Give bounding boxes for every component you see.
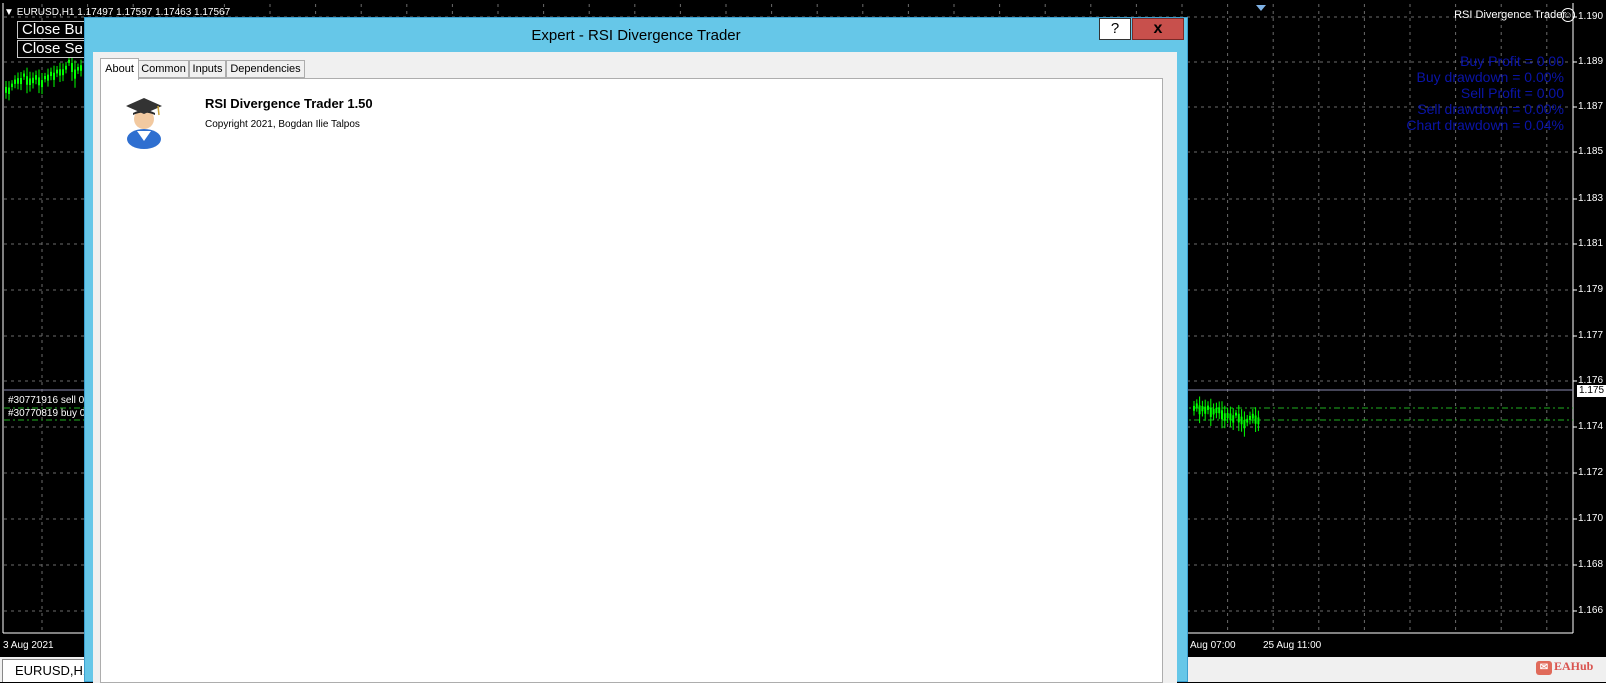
candle-body — [68, 59, 70, 63]
stats-panel: Buy Profit = 0.00 Buy drawdown = 0.00% S… — [1406, 53, 1564, 133]
close-sell-button[interactable]: Close Se — [17, 40, 87, 58]
candle-body — [1240, 416, 1243, 425]
tab-inputs[interactable]: Inputs — [189, 60, 226, 78]
candle-body — [29, 78, 31, 85]
candle-body — [1223, 413, 1226, 421]
eahub-logo-icon: ✉ — [1536, 661, 1552, 675]
candle-body — [65, 65, 67, 70]
candle-body — [38, 77, 40, 86]
candle-body — [1204, 406, 1207, 414]
candle-body — [1195, 403, 1198, 408]
price-axis-label: 1.187 — [1578, 101, 1604, 112]
price-axis-label: 1.179 — [1578, 284, 1604, 295]
candle-body — [1249, 415, 1251, 421]
order-label-buy: #30770819 buy 0 — [8, 408, 86, 419]
price-axis-label: 1.168 — [1578, 559, 1604, 570]
price-axis-label: 1.170 — [1578, 513, 1604, 524]
candle-body — [1218, 407, 1221, 414]
close-buy-button[interactable]: Close Bu — [17, 21, 87, 39]
dialog-body: About Common Inputs Dependencies RSI Div… — [93, 52, 1177, 683]
tab-about[interactable]: About — [100, 58, 139, 80]
candle-body — [56, 69, 58, 74]
candle-body — [50, 71, 52, 77]
candle-body — [14, 79, 16, 84]
chart-shift-marker-icon[interactable] — [1256, 5, 1266, 11]
candle-body — [20, 78, 22, 85]
dialog-title[interactable]: Expert - RSI Divergence Trader — [85, 18, 1187, 52]
chart-tab-eurusd[interactable]: EURUSD,H1 — [2, 659, 86, 682]
candle-body — [1243, 419, 1246, 429]
time-axis-label: 3 Aug 2021 — [3, 640, 54, 651]
price-axis-label: 1.174 — [1578, 421, 1604, 432]
candle-body — [1198, 405, 1201, 415]
candle-body — [1201, 406, 1204, 412]
candle-body — [1215, 407, 1218, 414]
candle-body — [23, 73, 25, 77]
candle-body — [1193, 405, 1195, 411]
price-axis-label: 1.185 — [1578, 146, 1604, 157]
candle-body — [1207, 405, 1209, 410]
collapse-triangle-icon[interactable]: ▼ — [4, 7, 14, 18]
price-axis-label: 1.172 — [1578, 467, 1604, 478]
chart-drawdown-text: Chart drawdown = 0.04% — [1406, 117, 1564, 133]
candle-body — [59, 69, 61, 76]
candle-body — [53, 72, 55, 80]
candle-body — [32, 77, 34, 84]
time-axis-label: Aug 07:00 — [1190, 640, 1236, 651]
candle-body — [77, 67, 79, 71]
candle-body — [62, 69, 64, 76]
price-axis-label: 1.190 — [1578, 11, 1604, 22]
tab-dependencies[interactable]: Dependencies — [226, 60, 305, 78]
candle-body — [1257, 417, 1260, 425]
buy-profit-text: Buy Profit = 0.00 — [1460, 53, 1564, 69]
candle-body — [1246, 418, 1249, 423]
help-button[interactable]: ? — [1099, 18, 1131, 40]
candle-body — [1212, 408, 1215, 415]
candle-body — [41, 80, 43, 88]
price-axis-label: 1.177 — [1578, 330, 1604, 341]
sell-drawdown-text: Sell drawdown = 0.00% — [1417, 101, 1564, 117]
buy-drawdown-text: Buy drawdown = 0.00% — [1416, 69, 1564, 85]
candle-body — [1235, 412, 1237, 416]
candle-body — [35, 75, 37, 80]
candle-body — [80, 65, 82, 71]
price-axis-label: 1.183 — [1578, 193, 1604, 204]
candle-body — [1226, 413, 1229, 419]
expert-dialog: Expert - RSI Divergence Trader ? x About… — [84, 17, 1188, 683]
candle-body — [71, 63, 73, 72]
candle-body — [26, 76, 28, 85]
smiley-icon[interactable]: ☺ — [1561, 8, 1575, 22]
current-price-tag: 1.175 — [1577, 385, 1606, 397]
price-axis-label: 1.189 — [1578, 56, 1604, 67]
eahub-watermark: ✉ EAHub — [1536, 659, 1593, 675]
expert-name-label: RSI Divergence Trader — [1454, 9, 1566, 21]
copyright-text: Copyright 2021, Bogdan Ilie Talpos — [205, 119, 360, 130]
candle-body — [1251, 413, 1254, 419]
candle-body — [47, 74, 49, 81]
candle-body — [1221, 410, 1223, 420]
price-axis-label: 1.166 — [1578, 605, 1604, 616]
candle-body — [17, 78, 19, 84]
about-panel: RSI Divergence Trader 1.50 Copyright 202… — [100, 78, 1163, 683]
candle-body — [44, 76, 46, 80]
tab-common[interactable]: Common — [138, 60, 189, 78]
candle-body — [74, 69, 76, 79]
candle-body — [1232, 415, 1235, 423]
order-label-sell: #30771916 sell 0 — [8, 395, 85, 406]
candle-body — [8, 87, 10, 94]
price-axis-label: 1.181 — [1578, 238, 1604, 249]
candle-body — [11, 83, 13, 88]
candle-body — [5, 86, 7, 93]
candle-body — [1237, 413, 1240, 423]
candle-body — [1209, 407, 1212, 417]
candle-body — [1254, 415, 1257, 424]
close-button[interactable]: x — [1132, 18, 1184, 40]
candle-body — [1229, 413, 1232, 421]
time-axis-label: 25 Aug 11:00 — [1263, 640, 1322, 651]
expert-name: RSI Divergence Trader 1.50 — [205, 96, 373, 111]
sell-profit-text: Sell Profit = 0.00 — [1460, 85, 1564, 101]
graduate-icon — [126, 98, 162, 149]
